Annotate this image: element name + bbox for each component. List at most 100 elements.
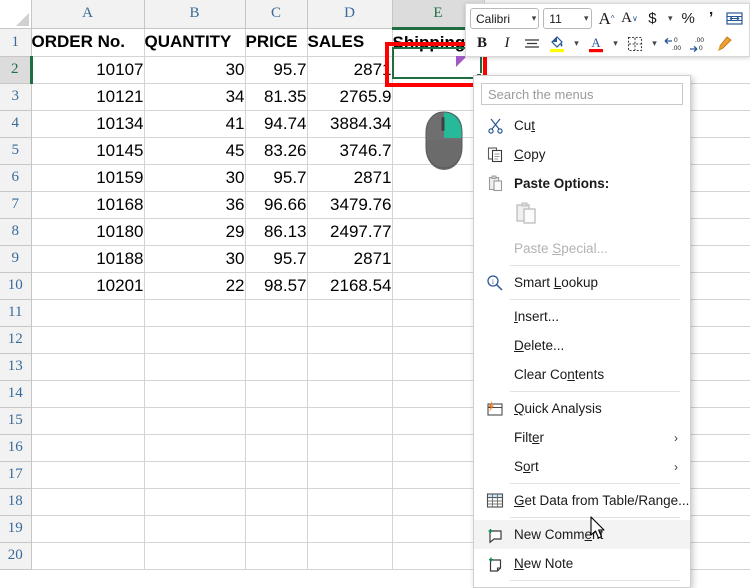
merge-and-center-icon[interactable] [723,7,745,30]
cell-A5[interactable]: 10145 [31,137,145,165]
cell-B11[interactable] [144,299,246,327]
menu-item-quick[interactable]: Quick Analysis [474,394,690,423]
cell-E2[interactable] [392,56,485,84]
cell-B2[interactable]: 30 [144,56,246,84]
cell-A7[interactable]: 10168 [31,191,145,219]
borders-icon[interactable] [623,32,647,55]
cell-A17[interactable] [31,461,145,489]
accounting-format-chevron-icon[interactable]: ▾ [664,7,676,30]
cell-E3[interactable] [392,83,485,111]
italic-icon[interactable]: I [495,32,519,55]
cell-A12[interactable] [31,326,145,354]
row-header-11[interactable]: 11 [0,299,32,327]
increase-decimal-icon[interactable]: .00 0 [687,32,711,55]
cell-D10[interactable]: 2168.54 [307,272,393,300]
cell-E17[interactable] [392,461,485,489]
row-header-14[interactable]: 14 [0,380,32,408]
row-header-13[interactable]: 13 [0,353,32,381]
comma-style-icon[interactable]: ’ [700,7,722,30]
cell-E20[interactable] [392,542,485,570]
fill-color-icon[interactable] [545,32,569,55]
decrease-font-size-icon[interactable]: A ∨ [619,7,641,30]
column-header-a[interactable]: A [31,0,145,29]
row-header-1[interactable]: 1 [0,28,32,57]
cell-C6[interactable]: 95.7 [245,164,308,192]
row-header-16[interactable]: 16 [0,434,32,462]
cell-C3[interactable]: 81.35 [245,83,308,111]
cell-A11[interactable] [31,299,145,327]
cell-C16[interactable] [245,434,308,462]
cell-E7[interactable] [392,191,485,219]
cell-A1[interactable]: ORDER No. [31,28,145,57]
cell-D14[interactable] [307,380,393,408]
cell-C1[interactable]: PRICE [245,28,308,57]
cell-D11[interactable] [307,299,393,327]
decrease-decimal-icon[interactable]: 0 .00 [662,32,686,55]
menu-item-new-note[interactable]: New Note [474,549,690,578]
cell-D1[interactable]: SALES [307,28,393,57]
cell-A8[interactable]: 10180 [31,218,145,246]
cell-C11[interactable] [245,299,308,327]
row-header-2[interactable]: 2 [0,56,33,84]
cell-D17[interactable] [307,461,393,489]
cell-B15[interactable] [144,407,246,435]
menu-item-get-data[interactable]: Get Data from Table/Range... [474,486,690,515]
menu-item-clear[interactable]: Clear Contents [474,360,690,389]
row-header-9[interactable]: 9 [0,245,32,273]
row-header-19[interactable]: 19 [0,515,32,543]
cell-D13[interactable] [307,353,393,381]
cell-C17[interactable] [245,461,308,489]
row-header-4[interactable]: 4 [0,110,32,138]
cell-E11[interactable] [392,299,485,327]
cell-D6[interactable]: 2871 [307,164,393,192]
row-header-17[interactable]: 17 [0,461,32,489]
cell-B6[interactable]: 30 [144,164,246,192]
select-all-corner[interactable] [0,0,32,29]
cell-C13[interactable] [245,353,308,381]
column-header-b[interactable]: B [144,0,246,29]
row-header-20[interactable]: 20 [0,542,32,570]
align-icon[interactable] [520,32,544,55]
cell-E18[interactable] [392,488,485,516]
cell-E15[interactable] [392,407,485,435]
cell-E19[interactable] [392,515,485,543]
row-header-3[interactable]: 3 [0,83,32,111]
cell-C4[interactable]: 94.74 [245,110,308,138]
cell-B3[interactable]: 34 [144,83,246,111]
bold-icon[interactable]: B [470,32,494,55]
cell-B1[interactable]: QUANTITY [144,28,246,57]
row-header-18[interactable]: 18 [0,488,32,516]
cell-D3[interactable]: 2765.9 [307,83,393,111]
cell-C9[interactable]: 95.7 [245,245,308,273]
row-header-15[interactable]: 15 [0,407,32,435]
cell-B18[interactable] [144,488,246,516]
cell-C15[interactable] [245,407,308,435]
cell-D8[interactable]: 2497.77 [307,218,393,246]
percent-style-icon[interactable]: % [677,7,699,30]
cell-E16[interactable] [392,434,485,462]
cell-C8[interactable]: 86.13 [245,218,308,246]
menu-item-paste-opts[interactable]: Paste Options: [474,169,690,198]
cell-D5[interactable]: 3746.7 [307,137,393,165]
cell-D7[interactable]: 3479.76 [307,191,393,219]
cell-D12[interactable] [307,326,393,354]
cell-C12[interactable] [245,326,308,354]
cell-C7[interactable]: 96.66 [245,191,308,219]
cell-B7[interactable]: 36 [144,191,246,219]
cell-E8[interactable] [392,218,485,246]
cell-A9[interactable]: 10188 [31,245,145,273]
floating-mini-toolbar[interactable]: Calibri ▾ 11 ▾ A ^ A ∨ $ ▾ % ’ B I ▾ A ▾… [465,3,750,57]
cell-D20[interactable] [307,542,393,570]
cell-C5[interactable]: 83.26 [245,137,308,165]
accounting-number-format-icon[interactable]: $ [641,7,663,30]
column-header-c[interactable]: C [245,0,308,29]
cell-A13[interactable] [31,353,145,381]
cell-B13[interactable] [144,353,246,381]
paste-options-gallery[interactable] [474,198,690,234]
font-size-combobox[interactable]: 11 ▾ [543,8,592,29]
cell-B19[interactable] [144,515,246,543]
cell-A18[interactable] [31,488,145,516]
cell-E12[interactable] [392,326,485,354]
menu-item-filter[interactable]: Filter › [474,423,690,452]
row-header-8[interactable]: 8 [0,218,32,246]
